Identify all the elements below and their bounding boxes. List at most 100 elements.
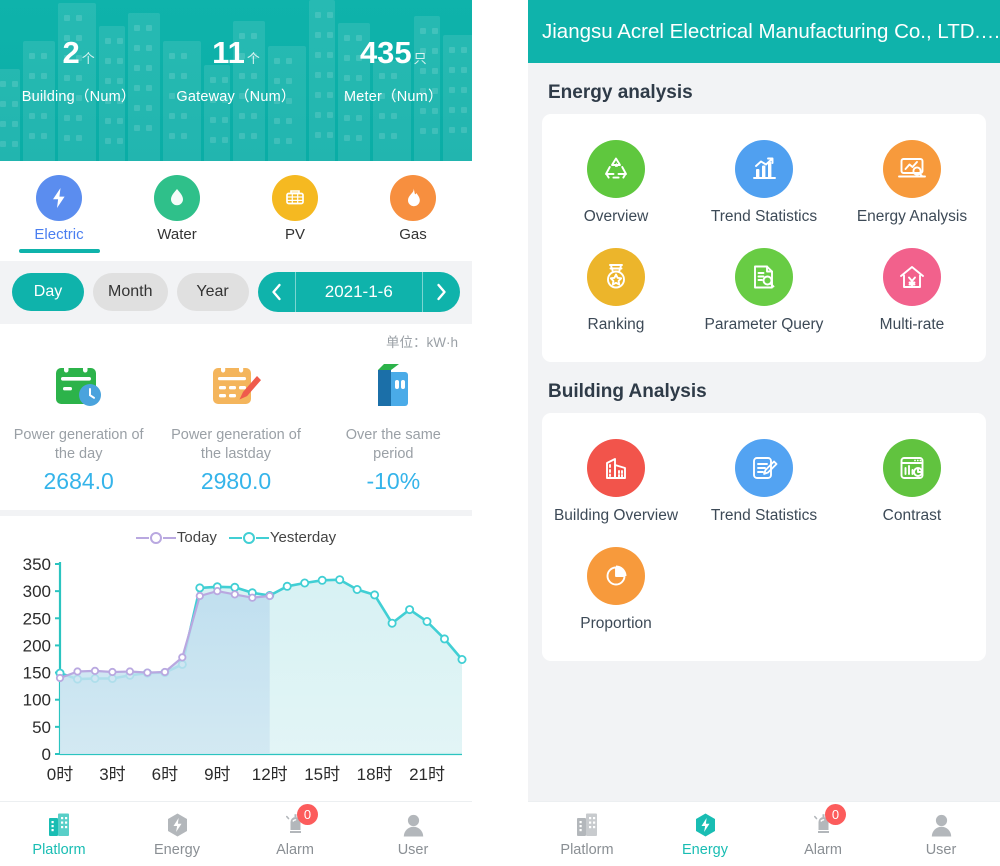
legend-item-yesterday[interactable]: Yesterday: [228, 529, 337, 546]
grid-item-label: Building Overview: [553, 507, 679, 524]
line-chart: 0 50 100 150 200 250 300 350 0时 3时 6时 9时 12时 15时 18时 21…: [0, 548, 472, 798]
chevron-right-icon[interactable]: [422, 272, 460, 312]
dual-phone-screenshot: 2个 Building（Num） 11 个 Gateway（Num） 435 只 M…: [0, 0, 1000, 866]
svg-text:6时: 6时: [152, 765, 178, 784]
stat-building-value: 2: [62, 35, 80, 70]
summary-cell-today-value: 2684.0: [43, 468, 114, 494]
summary-cell-lastday-title: Power generation of the lastday: [171, 427, 301, 463]
water-drop-icon: [154, 175, 200, 221]
svg-text:18时: 18时: [357, 765, 393, 784]
category-tab-water[interactable]: Water: [130, 169, 225, 243]
tab-label-user: User: [397, 842, 429, 858]
legend-label-today: Today: [176, 529, 217, 546]
svg-text:250: 250: [23, 609, 51, 628]
tab-user[interactable]: User: [882, 810, 1000, 858]
tab-energy[interactable]: Energy: [646, 810, 764, 858]
energy-analysis-card: Overview Trend Statistics Energy Analysi…: [542, 114, 986, 362]
tab-alarm[interactable]: 0 Alarm: [236, 804, 354, 858]
svg-text:12时: 12时: [252, 765, 288, 784]
grid-item-multi-rate[interactable]: Multi-rate: [838, 236, 986, 344]
legend-line-yesterday: [228, 536, 242, 539]
period-tab-year[interactable]: Year: [176, 273, 249, 311]
calendar-edit-icon: [157, 358, 314, 420]
alarm-bell-icon: 0: [236, 804, 354, 840]
svg-text:300: 300: [23, 582, 51, 601]
building-analysis-grid: Building Overview Trend Statistics Contr…: [542, 427, 986, 643]
legend-dot-today: [149, 531, 162, 544]
grid-item-proportion[interactable]: Proportion: [542, 535, 690, 643]
energy-bolt-icon: [118, 810, 236, 840]
stat-gateway-unit: 个: [246, 51, 260, 66]
tab-platlorm[interactable]: Platlorm: [528, 810, 646, 858]
tab-label-platlorm: Platlorm: [32, 842, 86, 858]
left-phone-screen: 2个 Building（Num） 11 个 Gateway（Num） 435 只 M…: [0, 0, 472, 866]
grid-item-label: Ranking: [587, 316, 645, 333]
date-selector: 2021-1-6: [257, 272, 460, 312]
recycle-icon: [586, 140, 645, 198]
grid-item-parameter-query[interactable]: Parameter Query: [690, 236, 838, 344]
svg-text:0: 0: [42, 745, 51, 764]
grid-item-energy-analysis[interactable]: Energy Analysis: [838, 128, 986, 236]
energy-analysis-grid: Overview Trend Statistics Energy Analysi…: [542, 128, 986, 344]
period-and-date-row: Day Month Year 2021-1-6: [0, 261, 472, 324]
books-icon: [315, 358, 472, 420]
section-title-energy-analysis: Energy analysis: [548, 82, 693, 103]
stat-meter-value: 435: [359, 35, 412, 70]
grid-item-label: Trend Statistics: [710, 507, 818, 524]
legend-label-yesterday: Yesterday: [269, 529, 337, 546]
browser-chart-icon: [882, 439, 941, 497]
category-tab-gas-label: Gas: [399, 226, 427, 243]
calendar-clock-icon: [0, 358, 157, 420]
category-tab-pv-label: PV: [284, 226, 305, 243]
grid-item-label: Parameter Query: [704, 316, 824, 333]
category-tab-electric[interactable]: Electric: [12, 169, 107, 253]
tab-energy[interactable]: Energy: [118, 810, 236, 858]
svg-text:21时: 21时: [409, 765, 445, 784]
category-tab-water-label: Water: [157, 226, 197, 243]
svg-text:350: 350: [23, 555, 51, 574]
hero-header: 2个 Building（Num） 11 个 Gateway（Num） 435 只 M…: [0, 0, 472, 161]
grid-item-overview[interactable]: Overview: [542, 128, 690, 236]
category-tab-gas[interactable]: Gas: [366, 169, 461, 243]
right-bottom-tabbar: Platlorm Energy 0 Alarm User: [528, 801, 1000, 866]
chevron-left-icon[interactable]: [258, 272, 296, 312]
tab-alarm[interactable]: 0 Alarm: [764, 804, 882, 858]
laptop-analysis-icon: [882, 140, 941, 198]
medal-icon: [586, 248, 645, 306]
svg-text:15时: 15时: [304, 765, 340, 784]
period-tab-month[interactable]: Month: [93, 273, 168, 311]
document-edit-icon: [734, 439, 793, 497]
right-phone-screen: Jiangsu Acrel Electrical Manufacturing C…: [528, 0, 1000, 866]
alarm-badge: 0: [297, 804, 318, 825]
stat-building-label: Building（Num）: [21, 89, 136, 105]
grid-item-contrast[interactable]: Contrast: [838, 427, 986, 535]
tab-label-energy: Energy: [154, 842, 200, 858]
screen-divider: [472, 0, 528, 866]
grid-item-trend-statistics[interactable]: Trend Statistics: [690, 128, 838, 236]
stat-building: 2个 Building（Num）: [4, 37, 154, 106]
summary-cell-today: Power generation of the day 2684.0: [0, 334, 157, 495]
grid-item-label: Multi-rate: [879, 316, 945, 333]
tab-user[interactable]: User: [354, 810, 472, 858]
stat-gateway-label: Gateway（Num）: [176, 89, 296, 105]
tab-label-alarm: Alarm: [276, 842, 314, 858]
building-icon: [0, 810, 118, 840]
period-tab-day[interactable]: Day: [12, 273, 84, 311]
category-tab-pv[interactable]: PV: [248, 169, 343, 243]
tab-label-user: User: [925, 842, 957, 858]
summary-cell-lastday-value: 2980.0: [200, 468, 272, 494]
grid-item-ranking[interactable]: Ranking: [542, 236, 690, 344]
grid-item-building-overview[interactable]: Building Overview: [542, 427, 690, 535]
grid-item-label: Energy Analysis: [856, 208, 968, 225]
legend-item-today[interactable]: Today: [135, 529, 217, 546]
grid-item-trend-statistics[interactable]: Trend Statistics: [690, 427, 838, 535]
tab-platlorm[interactable]: Platlorm: [0, 810, 118, 858]
svg-text:3时: 3时: [99, 765, 125, 784]
summary-cell-today-title: Power generation of the day: [13, 427, 144, 463]
tab-label-energy: Energy: [682, 842, 728, 858]
date-selector-value[interactable]: 2021-1-6: [296, 282, 422, 302]
stat-gateway-value: 11: [212, 35, 245, 70]
alarm-badge: 0: [825, 804, 846, 825]
building-block-icon: [586, 439, 645, 497]
svg-text:150: 150: [23, 664, 51, 683]
